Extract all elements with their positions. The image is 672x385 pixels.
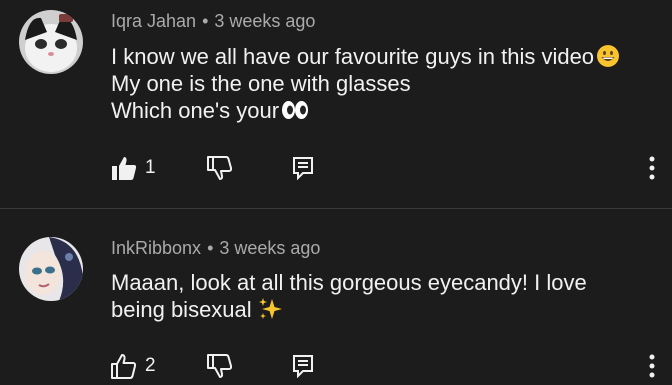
sparkles-icon [258,297,284,321]
comment-item: Iqra Jahan • 3 weeks ago I know we all hav… [0,0,672,208]
like-count: 2 [145,355,156,376]
eyes-icon [281,99,309,119]
comment-item: InkRibbonx • 3 weeks ago Maaan, look at al… [0,209,672,380]
reply-icon[interactable] [292,354,314,379]
comment-time[interactable]: 3 weeks ago [214,11,315,31]
like-icon[interactable] [110,154,138,182]
comment-meta: Iqra Jahan • 3 weeks ago [111,11,315,32]
comment-line: Maaan, look at all this gorgeous eyecand… [111,270,587,295]
reply-icon[interactable] [292,156,314,181]
author-name[interactable]: Iqra Jahan [111,11,196,31]
comment-text: I know we all have our favourite guys in… [111,43,656,124]
avatar[interactable] [19,237,83,301]
comment-text: Maaan, look at all this gorgeous eyecand… [111,269,656,323]
more-options-icon[interactable] [646,154,658,182]
meta-separator: • [202,11,209,31]
comment-line: Which one's your [111,98,280,123]
author-name[interactable]: InkRibbonx [111,238,201,258]
grinning-face-icon [596,44,620,68]
comment-meta: InkRibbonx • 3 weeks ago [111,238,320,259]
avatar[interactable] [19,10,83,74]
meta-separator: • [207,238,214,258]
comment-line: being bisexual [111,297,252,322]
more-options-icon[interactable] [646,352,658,380]
comment-line: I know we all have our favourite guys in… [111,44,595,69]
like-icon[interactable] [110,352,138,380]
comment-actions: 1 [110,154,670,182]
comment-actions: 2 [110,352,670,380]
dislike-icon[interactable] [206,352,234,380]
comment-line: My one is the one with glasses [111,71,411,96]
dislike-icon[interactable] [206,154,234,182]
comment-time[interactable]: 3 weeks ago [219,238,320,258]
like-count: 1 [145,157,156,178]
